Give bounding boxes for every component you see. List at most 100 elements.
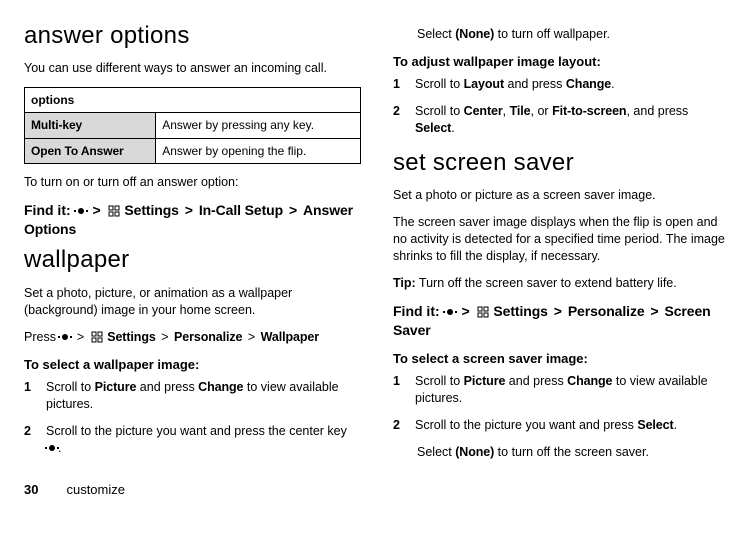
step-frag: Scroll to — [415, 77, 464, 91]
path-settings: Settings — [107, 330, 156, 344]
section-name: customize — [66, 481, 125, 499]
page-footer: 30 customize — [24, 481, 730, 499]
step-text: Scroll to Layout and press Change. — [415, 76, 730, 93]
text-frag: Select — [417, 27, 455, 41]
subhead-text: To select a wallpaper image — [24, 357, 195, 372]
colon: : — [596, 54, 600, 69]
step-key: Layout — [464, 77, 504, 91]
heading-wallpaper: wallpaper — [24, 244, 361, 276]
step-frag: and press — [504, 77, 566, 91]
step-row: 2 Scroll to Center, Tile, or Fit-to-scre… — [393, 103, 730, 137]
heading-answer-options: answer options — [24, 20, 361, 52]
step-frag: and press — [505, 374, 567, 388]
path-settings: Settings — [124, 202, 178, 218]
step-row: 1 Scroll to Layout and press Change. — [393, 76, 730, 93]
step-number: 2 — [393, 103, 405, 137]
step-key: Change — [198, 380, 243, 394]
step-text: Scroll to Picture and press Change to vi… — [415, 373, 730, 407]
step-number: 2 — [24, 423, 36, 457]
tip-label: Tip: — [393, 276, 416, 290]
subhead-text: To adjust wallpaper image layout — [393, 54, 596, 69]
text-frag: to turn off wallpaper. — [494, 27, 610, 41]
step-frag: Scroll to — [415, 374, 464, 388]
settings-icon — [108, 205, 120, 217]
chevron-text: > — [161, 330, 168, 344]
intro-answer: You can use different ways to answer an … — [24, 60, 361, 77]
center-key-icon — [47, 443, 57, 453]
find-it-label: Find it: — [393, 303, 440, 319]
intro-wallpaper: Set a photo, picture, or animation as a … — [24, 285, 361, 319]
colon: : — [584, 351, 588, 366]
chevron-text: > — [92, 202, 100, 218]
center-key-icon — [60, 332, 70, 342]
step-key: Picture — [95, 380, 137, 394]
none-key: (None) — [455, 27, 494, 41]
subhead-text: To select a screen saver image — [393, 351, 584, 366]
text-frag: to turn off the screen saver. — [494, 445, 649, 459]
step-number: 2 — [393, 417, 405, 434]
center-key-icon — [76, 206, 86, 216]
chevron-text: > — [248, 330, 255, 344]
tip-screen-saver: Tip: Turn off the screen saver to extend… — [393, 275, 730, 292]
step-text: Scroll to Picture and press Change to vi… — [46, 379, 361, 413]
options-table: options Multi-key Answer by pressing any… — [24, 87, 361, 164]
step-frag: Scroll to the picture you want and press… — [46, 424, 347, 438]
step-text: Scroll to the picture you want and press… — [46, 423, 361, 457]
table-header: options — [25, 88, 361, 113]
path-in-call-setup: In-Call Setup — [199, 202, 283, 218]
chevron-text: > — [650, 303, 658, 319]
chevron-text: > — [461, 303, 469, 319]
step-frag: , or — [531, 104, 553, 118]
step-frag: Scroll to — [415, 104, 464, 118]
find-it-answer-options: Find it: > Settings > In-Call Setup > An… — [24, 201, 361, 239]
step-frag: , — [503, 104, 510, 118]
option-desc: Answer by opening the flip. — [156, 138, 361, 163]
heading-screen-saver: set screen saver — [393, 147, 730, 179]
step-frag: Scroll to the picture you want and press — [415, 418, 637, 432]
step-key: Change — [567, 374, 612, 388]
press-label: Press — [24, 330, 56, 344]
step-frag: . — [674, 418, 677, 432]
turn-on-off-text: To turn on or turn off an answer option: — [24, 174, 361, 191]
path-personalize: Personalize — [174, 330, 242, 344]
step-key: Select — [637, 418, 673, 432]
step-key: Select — [415, 121, 451, 135]
step-key: Picture — [464, 374, 506, 388]
page-number: 30 — [24, 481, 38, 499]
step-frag: and press — [136, 380, 198, 394]
chevron-text: > — [289, 202, 297, 218]
path-settings: Settings — [493, 303, 547, 319]
none-key: (None) — [455, 445, 494, 459]
step-row: 2 Scroll to the picture you want and pre… — [393, 417, 730, 434]
path-screen-saver: Screen Saver — [393, 303, 711, 338]
step-frag: . — [611, 77, 614, 91]
settings-icon — [477, 306, 489, 318]
step-key: Change — [566, 77, 611, 91]
step-key: Tile — [510, 104, 531, 118]
select-none-saver: Select (None) to turn off the screen sav… — [417, 444, 730, 461]
step-key: Fit-to-screen — [552, 104, 626, 118]
step-number: 1 — [393, 76, 405, 93]
settings-icon — [91, 331, 103, 343]
find-it-label: Find it: — [24, 202, 71, 218]
chevron-text: > — [554, 303, 562, 319]
step-frag: Scroll to — [46, 380, 95, 394]
step-row: 1 Scroll to Picture and press Change to … — [393, 373, 730, 407]
tip-text: Turn off the screen saver to extend batt… — [416, 276, 677, 290]
step-frag: , and press — [626, 104, 688, 118]
chevron-text: > — [77, 330, 84, 344]
text-frag: Select — [417, 445, 455, 459]
step-row: 2 Scroll to the picture you want and pre… — [24, 423, 361, 457]
step-frag: . — [451, 121, 454, 135]
select-none-wallpaper: Select (None) to turn off wallpaper. — [417, 26, 730, 43]
step-row: 1 Scroll to Picture and press Change to … — [24, 379, 361, 413]
step-number: 1 — [393, 373, 405, 407]
right-column: Select (None) to turn off wallpaper. To … — [393, 20, 730, 471]
path-personalize: Personalize — [568, 303, 645, 319]
colon: : — [195, 357, 199, 372]
subhead-select-wallpaper: To select a wallpaper image: — [24, 356, 361, 374]
option-name: Multi-key — [25, 113, 156, 138]
subhead-select-saver: To select a screen saver image: — [393, 350, 730, 368]
step-key: Center — [464, 104, 503, 118]
option-name: Open To Answer — [25, 138, 156, 163]
